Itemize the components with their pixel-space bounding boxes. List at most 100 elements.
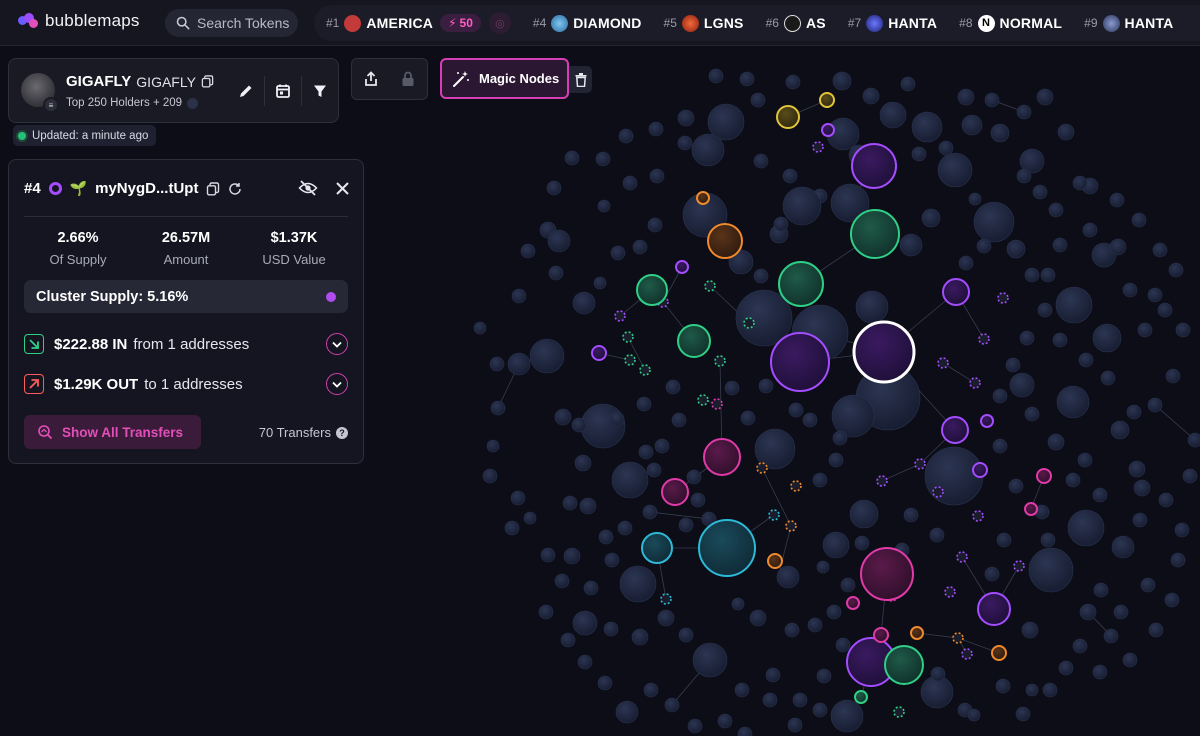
holder-bubble[interactable] [899,233,923,257]
cluster-holder-bubble[interactable] [591,345,607,361]
holder-bubble[interactable] [572,610,598,636]
holder-bubble[interactable] [649,168,665,184]
holder-bubble[interactable] [957,88,975,106]
holder-bubble[interactable] [654,438,670,454]
holder-bubble[interactable] [822,531,850,559]
holder-bubble[interactable] [776,565,800,589]
holder-bubble[interactable] [554,573,570,589]
holder-bubble[interactable] [638,444,654,460]
holder-bubble[interactable] [554,408,572,426]
ticker-item-9[interactable]: #9 HANTA [1084,14,1173,32]
holder-bubble[interactable] [788,402,804,418]
holder-bubble[interactable] [1122,652,1138,668]
contract-bubble[interactable] [756,462,768,474]
contract-bubble[interactable] [1013,560,1025,572]
cluster-holder-bubble[interactable] [1036,468,1052,484]
holder-bubble[interactable] [1164,592,1180,608]
contract-bubble[interactable] [972,510,984,522]
holder-bubble[interactable] [749,609,767,627]
holder-bubble[interactable] [992,388,1008,404]
holder-bubble[interactable] [547,229,571,253]
holder-bubble[interactable] [1057,123,1075,141]
holder-bubble[interactable] [990,123,1010,143]
holder-bubble[interactable] [665,379,681,395]
cluster-holder-bubble[interactable] [850,209,900,259]
holder-address[interactable]: myNygD...tUpt [95,180,198,197]
holder-bubble[interactable] [677,135,693,151]
holder-bubble[interactable] [1168,262,1184,278]
contract-bubble[interactable] [790,480,802,492]
holder-bubble[interactable] [782,168,798,184]
holder-bubble[interactable] [762,692,778,708]
holder-bubble[interactable] [1079,603,1097,621]
holder-bubble[interactable] [611,461,649,499]
cluster-holder-bubble[interactable] [884,645,924,685]
holder-bubble[interactable] [1016,104,1032,120]
holder-bubble[interactable] [1175,322,1191,338]
holder-bubble[interactable] [546,180,562,196]
holder-bubble[interactable] [731,597,745,611]
holder-bubble[interactable] [903,507,919,523]
holder-bubble[interactable] [929,527,945,543]
cluster-holder-bubble[interactable] [767,553,783,569]
cluster-holder-bubble[interactable] [703,438,741,476]
boost-more-icon[interactable]: ◎ [488,12,511,34]
holder-bubble[interactable] [984,92,1000,108]
holder-bubble[interactable] [646,462,662,478]
holder-bubble[interactable] [540,547,556,563]
holder-bubble[interactable] [507,352,531,376]
holder-bubble[interactable] [862,87,880,105]
holder-bubble[interactable] [924,446,984,506]
holder-bubble[interactable] [807,617,823,633]
holder-bubble[interactable] [1132,512,1148,528]
holder-bubble[interactable] [1055,286,1093,324]
holder-bubble[interactable] [609,411,625,427]
holder-bubble[interactable] [643,682,659,698]
holder-bubble[interactable] [520,243,536,259]
holder-bubble[interactable] [1131,212,1147,228]
holder-bubble[interactable] [593,276,607,290]
holder-bubble[interactable] [1140,577,1156,593]
holder-bubble[interactable] [1092,664,1108,680]
holder-bubble[interactable] [597,199,611,213]
hide-eye-icon[interactable] [298,180,318,196]
holder-bubble[interactable] [642,504,658,520]
holder-bubble[interactable] [619,565,657,603]
contract-bubble[interactable] [639,364,651,376]
cluster-holder-bubble[interactable] [860,547,914,601]
contract-bubble[interactable] [614,310,626,322]
holder-bubble[interactable] [1047,433,1065,451]
ticker-item-1[interactable]: #1 AMERICA ⚡ 50 ◎ [326,12,511,34]
holder-bubble[interactable] [967,708,981,722]
holder-bubble[interactable] [603,621,619,637]
holder-bubble[interactable] [563,547,581,565]
holder-bubble[interactable] [1147,397,1163,413]
contract-bubble[interactable] [937,357,949,369]
holder-bubble[interactable] [787,717,803,733]
contract-bubble[interactable] [914,458,926,470]
holder-bubble[interactable] [583,580,599,596]
holder-bubble[interactable] [1093,582,1109,598]
holder-bubble[interactable] [572,291,596,315]
holder-bubble[interactable] [832,71,852,91]
holder-bubble[interactable] [1100,370,1116,386]
holder-bubble[interactable] [1122,282,1138,298]
holder-bubble[interactable] [849,499,879,529]
holder-bubble[interactable] [1016,168,1032,184]
copy-icon[interactable] [201,75,214,88]
holder-bubble[interactable] [1052,237,1068,253]
holder-bubble[interactable] [529,338,565,374]
cluster-supply-row[interactable]: Cluster Supply: 5.16% [24,280,348,313]
holder-bubble[interactable] [1137,322,1153,338]
lock-button[interactable] [390,59,428,99]
contract-bubble[interactable] [969,377,981,389]
holder-bubble[interactable] [854,535,870,551]
holder-bubble[interactable] [1077,452,1093,468]
holder-bubble[interactable] [1182,468,1198,484]
holder-bubble[interactable] [855,290,889,324]
holder-bubble[interactable] [1103,628,1119,644]
holder-bubble[interactable] [1040,532,1056,548]
holder-bubble[interactable] [802,412,818,428]
ticker-item-6[interactable]: #6 AS [766,14,826,32]
cluster-holder-bubble[interactable] [776,105,800,129]
